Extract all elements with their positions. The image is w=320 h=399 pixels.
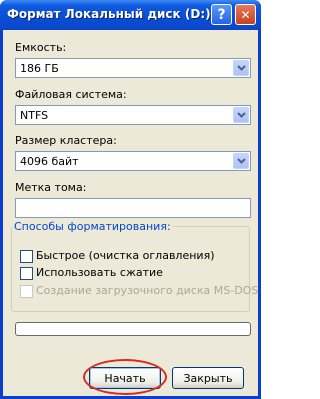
title-bar[interactable]: Формат Локальный диск (D:) ? ✕: [0, 0, 261, 30]
format-dialog: Формат Локальный диск (D:) ? ✕ Емкость: …: [0, 0, 261, 399]
volume-label-label: Метка тома:: [15, 181, 87, 194]
msdos-boot-label: Создание загрузочного диска MS-DOS: [36, 284, 259, 297]
dialog-body: Емкость: 186 ГБ Файловая система: NTFS Р…: [3, 30, 258, 396]
msdos-boot-checkbox: [20, 285, 33, 298]
start-button-label: Начать: [104, 371, 146, 385]
filesystem-value: NTFS: [20, 109, 49, 122]
cluster-size-value: 4096 байт: [20, 155, 79, 168]
cluster-size-select[interactable]: 4096 байт: [15, 151, 251, 171]
volume-label-input[interactable]: [15, 198, 251, 218]
cluster-size-label: Размер кластера:: [15, 134, 117, 147]
quick-format-label[interactable]: Быстрое (очистка оглавления): [36, 249, 214, 262]
chevron-down-icon[interactable]: [233, 60, 249, 76]
start-button[interactable]: Начать: [89, 367, 161, 389]
close-window-button[interactable]: ✕: [235, 4, 256, 25]
capacity-value: 186 ГБ: [20, 62, 59, 75]
window-title: Формат Локальный диск (D:): [7, 7, 211, 21]
capacity-label: Емкость:: [15, 41, 67, 54]
help-icon: ?: [217, 6, 226, 23]
chevron-down-icon[interactable]: [233, 107, 249, 123]
close-icon: ✕: [240, 7, 251, 22]
chevron-down-icon[interactable]: [233, 153, 249, 169]
format-progress-bar: [15, 322, 251, 336]
compress-checkbox[interactable]: [20, 267, 33, 280]
format-options-title: Способы форматирования:: [12, 220, 173, 233]
filesystem-label: Файловая система:: [15, 88, 127, 101]
filesystem-select[interactable]: NTFS: [15, 105, 251, 125]
quick-format-checkbox[interactable]: [20, 250, 33, 263]
help-button[interactable]: ?: [211, 4, 232, 25]
capacity-select[interactable]: 186 ГБ: [15, 58, 251, 78]
compress-label[interactable]: Использовать сжатие: [36, 266, 163, 279]
close-button-label: Закрыть: [183, 371, 233, 385]
close-button[interactable]: Закрыть: [172, 367, 244, 389]
